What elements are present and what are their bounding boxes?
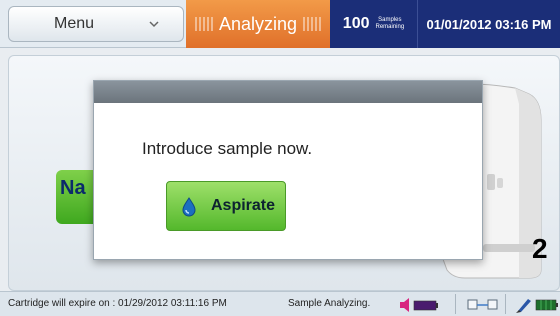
bottom-status-bar: Cartridge will expire on : 01/29/2012 03… (0, 291, 560, 316)
aspirate-label: Aspirate (211, 197, 276, 214)
annotation-marker: 2 (532, 233, 548, 264)
introduce-sample-dialog: Introduce sample now. Aspirate (93, 80, 483, 260)
menu-button[interactable]: Menu (8, 6, 184, 42)
pen-icon (516, 299, 531, 313)
samples-count: 100 (342, 15, 370, 32)
top-bar: Menu Analyzing 100 Samples Remaining 01/… (0, 0, 560, 48)
status-icons (400, 298, 558, 313)
datetime-display: 01/01/2012 03:16 PM (417, 0, 560, 48)
battery-icon (535, 299, 558, 311)
separator (505, 294, 506, 314)
dialog-message: Introduce sample now. (142, 139, 313, 158)
status-label: Analyzing (218, 13, 298, 34)
samples-caption: Samples Remaining (376, 17, 405, 31)
samples-remaining: 100 Samples Remaining (330, 0, 417, 48)
analyzer-screen: Menu Analyzing 100 Samples Remaining 01/… (0, 0, 560, 316)
speaker-icon (400, 298, 409, 312)
status-indicator: Analyzing (186, 0, 330, 48)
network-icon (467, 299, 498, 310)
aspirate-button[interactable]: Aspirate (166, 181, 286, 231)
menu-label: Menu (53, 15, 95, 32)
background-button-label: Na (60, 177, 86, 199)
samples-caption-line2: Remaining (375, 24, 405, 30)
separator (455, 294, 456, 314)
grip-left (194, 17, 213, 31)
grip-right (303, 17, 322, 31)
samples-caption-line1: Samples (378, 17, 402, 23)
cartridge-expiry: Cartridge will expire on : 01/29/2012 03… (8, 298, 227, 309)
chevron-down-icon (149, 21, 159, 28)
analysis-status: Sample Analyzing. (288, 298, 371, 309)
dialog-header (94, 81, 482, 103)
water-drop-icon (182, 197, 196, 217)
